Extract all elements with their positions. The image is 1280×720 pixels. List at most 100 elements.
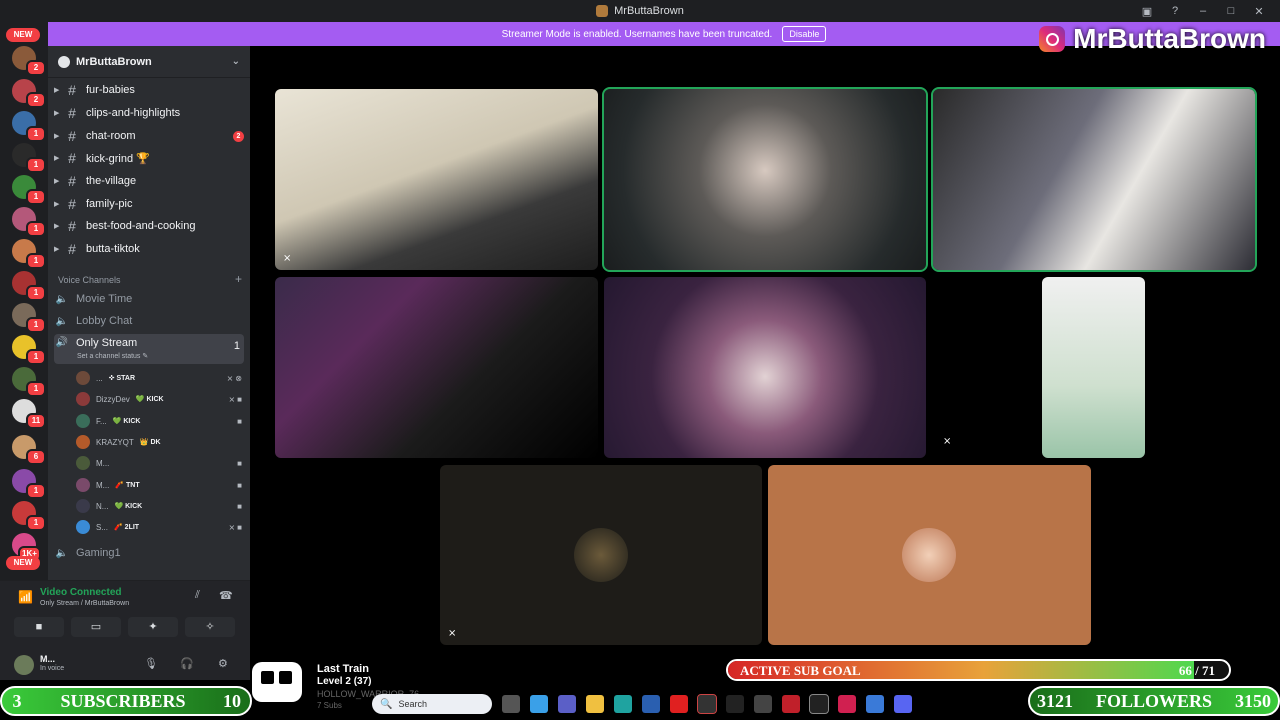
chevron-right-icon: ▶ — [54, 223, 60, 230]
avatar — [574, 528, 628, 582]
channel-label: clips-and-highlights — [86, 107, 181, 119]
user-status: In voice — [40, 665, 65, 672]
voice-channel-item[interactable]: 🔈 Gaming 1 — [54, 543, 244, 563]
banner-text: Streamer Mode is enabled. Usernames have… — [501, 28, 773, 40]
voice-user[interactable]: DizzyDev 💚 KICK ⨯■ — [76, 390, 244, 408]
channel-label: butta-tiktok — [86, 243, 140, 255]
voice-channel-item[interactable]: 🔈 Lobby Chat — [54, 311, 244, 331]
channel-badge: 1 — [233, 340, 240, 352]
gear-icon[interactable]: ⚙ — [218, 657, 228, 670]
channel-item[interactable]: ▶ # butta-tiktok — [54, 239, 244, 259]
channel-item[interactable]: ▶ # clips-and-highlights — [54, 103, 244, 123]
voice-user[interactable]: ... ✜ STAR ⨯⊗ — [76, 369, 244, 387]
store-icon[interactable] — [642, 695, 660, 713]
edge-icon[interactable] — [614, 695, 632, 713]
voice-user[interactable]: S... 🧨 2LIT ⨯■ — [76, 518, 244, 536]
channel-item[interactable]: ▶ # best-food-and-cooking — [54, 216, 244, 236]
channel-item[interactable]: ▶ # the-village — [54, 171, 244, 191]
channel-badge: 2 — [233, 130, 244, 142]
copilot-icon[interactable] — [530, 695, 548, 713]
disable-button[interactable]: Disable — [782, 26, 827, 42]
window-controls: ▣ ? – □ ✕ — [1140, 0, 1280, 22]
avatar — [76, 371, 90, 385]
sub-goal-value: 66 / 71 — [1178, 663, 1215, 678]
screen-share-button[interactable]: ▭ — [71, 617, 121, 637]
app-icon[interactable] — [838, 695, 856, 713]
video-tile[interactable] — [275, 277, 598, 458]
video-tile-speaking[interactable] — [931, 87, 1257, 272]
channel-item[interactable]: ▶ # kick-grind 🏆 — [54, 148, 244, 168]
subscribers-bar: 3 SUBSCRIBERS 10 — [0, 686, 252, 716]
channel-item[interactable]: ▶ # family-pic — [54, 194, 244, 214]
guild-icon — [58, 55, 70, 68]
camera-button[interactable]: ■ — [14, 617, 64, 637]
server-badge: 6 — [26, 449, 46, 465]
video-tile-speaking[interactable] — [602, 87, 928, 272]
followers-bar: 3121 FOLLOWERS 3150 — [1028, 686, 1280, 716]
obs-icon[interactable] — [754, 695, 772, 713]
channel-item[interactable]: ▶ # fur-babies — [54, 80, 244, 100]
voice-status-subtitle[interactable]: Only Stream / MrButtaBrown — [40, 600, 129, 607]
window-title: MrButtaBrown — [614, 5, 684, 17]
help-icon[interactable]: ? — [1168, 5, 1182, 17]
sub-goal-bar: ACTIVE SUB GOAL 66 / 71 — [726, 659, 1231, 681]
disconnect-icon[interactable]: ☎ — [219, 589, 233, 602]
voice-user-tag: 🧨 2LIT — [114, 524, 140, 531]
voice-category-header[interactable]: Voice Channels + — [58, 273, 242, 285]
voice-channel-item[interactable]: 🔈 Movie Time — [54, 289, 244, 309]
video-tile[interactable] — [1042, 277, 1145, 458]
avatar — [76, 478, 90, 492]
server-badge: 2 — [26, 92, 46, 108]
channel-label: fur-babies — [86, 84, 135, 96]
muted-icon: ⨯ — [943, 436, 952, 447]
voice-user-name: M... — [96, 458, 110, 468]
activity-button[interactable]: ✦ — [128, 617, 178, 637]
discord-icon[interactable] — [894, 695, 912, 713]
hash-icon: # — [68, 196, 76, 212]
close-button[interactable]: ✕ — [1252, 5, 1266, 18]
channel-item[interactable]: ▶ # chat-room 2 — [54, 126, 244, 146]
app-icon[interactable] — [809, 694, 829, 714]
train-icon — [252, 662, 302, 702]
soundboard-button[interactable]: ✧ — [185, 617, 235, 637]
channel-status[interactable]: Set a channel status ✎ — [77, 352, 148, 360]
app-icon[interactable] — [697, 694, 717, 714]
voice-channel-item-active[interactable]: 🔊 Only Stream 1 Set a channel status ✎ — [54, 334, 244, 364]
voice-tile[interactable] — [768, 465, 1091, 645]
video-tile[interactable] — [604, 277, 926, 458]
guild-header[interactable]: MrButtaBrown ⌄ — [48, 46, 250, 78]
app-icon[interactable] — [866, 695, 884, 713]
add-channel-icon[interactable]: + — [235, 273, 242, 285]
microphone-icon[interactable]: 🎙 — [144, 657, 158, 670]
voice-user[interactable]: N... 💚 KICK ■ — [76, 497, 244, 515]
voice-status-title[interactable]: Video Connected — [40, 587, 122, 598]
server-badge: 1 — [26, 515, 46, 531]
inbox-icon[interactable]: ▣ — [1140, 5, 1154, 18]
youtube-icon[interactable] — [670, 695, 688, 713]
train-subs: 7 Subs — [317, 701, 342, 710]
tiktok-icon[interactable] — [726, 695, 744, 713]
noise-suppression-icon[interactable]: ⫽ — [195, 589, 200, 602]
taskbar-search[interactable]: 🔍 Search — [372, 694, 492, 714]
teams-icon[interactable] — [558, 695, 576, 713]
camera-icon: ■ — [237, 416, 244, 426]
voice-user[interactable]: M... ■ — [76, 454, 244, 472]
voice-tile[interactable]: ⨯ — [440, 465, 762, 645]
minimize-button[interactable]: – — [1196, 5, 1210, 17]
speaker-icon: 🔈 — [55, 547, 69, 559]
voice-user[interactable]: KRAZYQT 👑 DK — [76, 433, 244, 451]
video-tile[interactable]: ⨯ — [275, 89, 598, 270]
maximize-button[interactable]: □ — [1224, 5, 1238, 17]
voice-user[interactable]: F... 💚 KICK ■ — [76, 412, 244, 430]
followers-goal: 3150 — [1235, 690, 1271, 711]
hash-icon: # — [68, 173, 76, 189]
channel-label: the-village — [86, 175, 137, 187]
task-view-icon[interactable] — [502, 695, 520, 713]
file-explorer-icon[interactable] — [586, 695, 604, 713]
channel-sidebar: MrButtaBrown ⌄ ▶ # fur-babies ▶ # clips-and-… — [48, 46, 250, 650]
channel-label: best-food-and-cooking — [86, 220, 196, 232]
headphones-icon[interactable]: 🎧 — [180, 657, 194, 670]
app-icon[interactable] — [782, 695, 800, 713]
voice-user[interactable]: M... 🧨 TNT ■ — [76, 476, 244, 494]
avatar[interactable] — [14, 655, 34, 675]
